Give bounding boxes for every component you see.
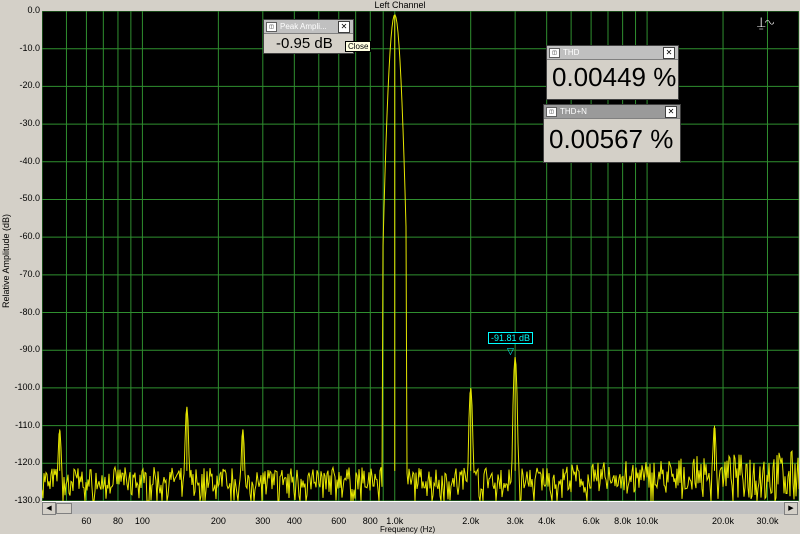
- x-tick-label: 300: [255, 516, 271, 526]
- x-tick-label: 400: [286, 516, 302, 526]
- horizontal-scrollbar[interactable]: ◀ ▶: [42, 501, 798, 515]
- y-tick-label: -10.0: [19, 42, 40, 53]
- close-icon[interactable]: ✕: [663, 47, 675, 59]
- marker-arrow-icon: ▽: [507, 346, 514, 356]
- y-tick-label: -50.0: [19, 193, 40, 204]
- thdn-meter-value: 0.00567 %: [549, 124, 674, 154]
- thd-meter-header[interactable]: ◫ THD ✕: [547, 46, 678, 60]
- scroll-thumb[interactable]: [56, 503, 72, 514]
- meter-icon: ◫: [266, 22, 277, 32]
- y-tick-label: -40.0: [19, 155, 40, 166]
- peak-meter-header[interactable]: ◫ Peak Ampli... ✕: [264, 20, 353, 34]
- y-axis-label: Relative Amplitude (dB): [1, 213, 11, 309]
- thd-meter-title: THD: [563, 48, 580, 57]
- thd-meter[interactable]: ◫ THD ✕ 0.00449 %: [546, 45, 679, 100]
- peak-amplitude-meter[interactable]: ◫ Peak Ampli... ✕ -0.95 dB: [263, 19, 354, 54]
- close-icon[interactable]: ✕: [338, 21, 350, 33]
- scroll-left-icon[interactable]: ◀: [42, 502, 56, 515]
- cursor-tools[interactable]: ⍊∿: [757, 14, 795, 36]
- x-tick-label: 4.0k: [538, 516, 556, 526]
- harmonic-marker-label: -91.81 dB: [488, 332, 534, 344]
- y-tick-label: -20.0: [19, 80, 40, 91]
- scroll-right-icon[interactable]: ▶: [784, 502, 798, 515]
- x-tick-label: 60: [81, 516, 92, 526]
- spectrum-plot[interactable]: [42, 11, 799, 501]
- thdn-meter[interactable]: ◫ THD+N ✕ 0.00567 %: [543, 104, 681, 163]
- x-tick-label: 2.0k: [462, 516, 480, 526]
- y-tick-label: -80.0: [19, 306, 40, 317]
- x-tick-label: 200: [210, 516, 226, 526]
- meter-icon: ◫: [546, 107, 557, 117]
- spectrum-trace: [42, 14, 799, 501]
- x-tick-label: 600: [331, 516, 347, 526]
- y-tick-label: -130.0: [14, 495, 40, 505]
- y-tick-label: -70.0: [19, 268, 40, 279]
- x-tick-label: 20.0k: [712, 516, 735, 526]
- y-tick-label: -100.0: [14, 381, 40, 392]
- close-icon[interactable]: ✕: [665, 106, 677, 118]
- x-tick-label: 100: [134, 516, 150, 526]
- y-tick-label: -120.0: [14, 457, 40, 468]
- peak-meter-title: Peak Ampli...: [280, 22, 327, 31]
- x-tick-label: 6.0k: [582, 516, 600, 526]
- plot-grid: [42, 11, 799, 501]
- y-tick-label: -90.0: [19, 344, 40, 355]
- x-tick-label: 3.0k: [506, 516, 524, 526]
- thdn-meter-header[interactable]: ◫ THD+N ✕: [544, 105, 680, 119]
- y-tick-label: -60.0: [19, 231, 40, 242]
- thdn-meter-title: THD+N: [560, 107, 587, 116]
- peak-meter-value: -0.95 dB: [276, 35, 333, 52]
- y-tick-label: -110.0: [15, 419, 40, 430]
- window-title: Left Channel: [374, 0, 426, 10]
- x-tick-label: 8.0k: [614, 516, 632, 526]
- thd-meter-value: 0.00449 %: [552, 62, 677, 92]
- x-axis-label: Frequency (Hz): [380, 525, 436, 534]
- y-tick-label: -30.0: [19, 118, 40, 129]
- x-tick-label: 800: [362, 516, 378, 526]
- waveform-icon[interactable]: ∿: [765, 14, 774, 30]
- close-tooltip: Close: [345, 41, 372, 52]
- x-tick-label: 80: [112, 516, 123, 526]
- meter-icon: ◫: [549, 48, 560, 58]
- x-tick-label: 10.0k: [636, 516, 659, 526]
- x-tick-label: 30.0k: [756, 516, 779, 526]
- y-tick-label: 0.0: [27, 5, 40, 15]
